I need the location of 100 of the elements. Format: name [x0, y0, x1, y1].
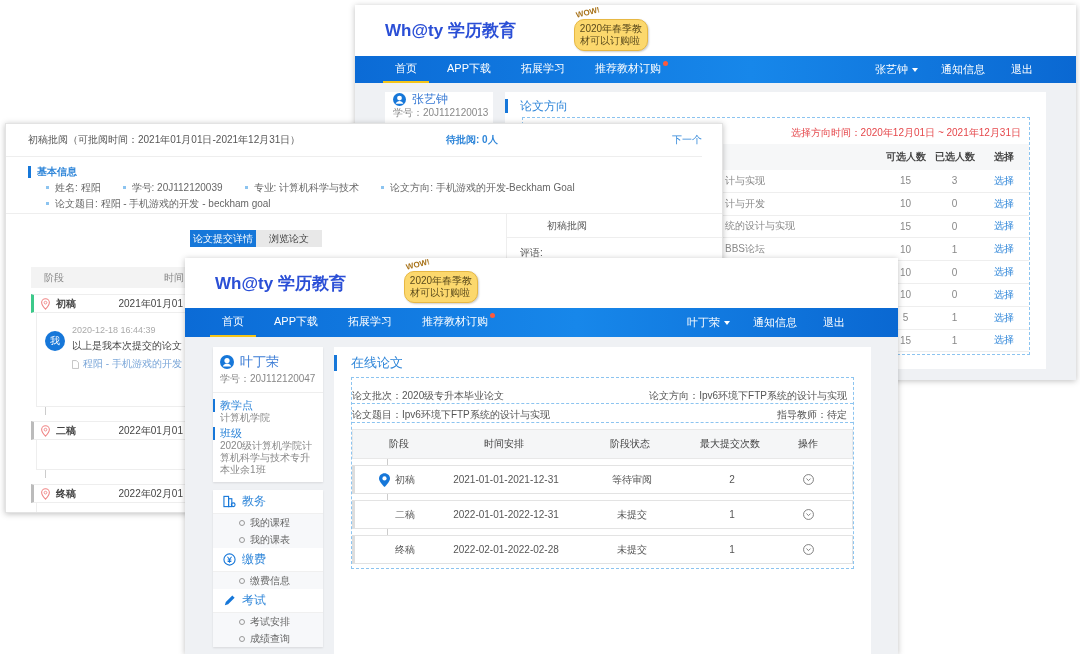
- select-link[interactable]: 选择: [994, 220, 1014, 232]
- menu-item[interactable]: 我的课程: [250, 515, 290, 530]
- column-header: 操作: [796, 437, 819, 451]
- column-header: 阶段状态: [609, 437, 651, 451]
- table-cell: 3: [951, 175, 958, 187]
- select-link[interactable]: 选择: [994, 334, 1014, 346]
- column-header: 可选人数: [884, 150, 927, 164]
- info-text: 论文方向: 手机游戏的开发-Beckham Goal: [390, 180, 575, 195]
- table-cell: 15: [899, 175, 912, 187]
- select-link[interactable]: 选择: [994, 311, 1014, 323]
- menu-item[interactable]: 我的课表: [250, 532, 290, 547]
- menu-item[interactable]: 考试安排: [250, 614, 290, 629]
- meta-text: 论文题目：Ipv6环境下FTP系统的设计与实现: [352, 408, 550, 422]
- table-cell: 15: [899, 334, 912, 346]
- location-pin-icon: [41, 487, 50, 500]
- table-cell: 0: [951, 266, 958, 278]
- user-icon: [220, 355, 234, 369]
- review-title: 初稿批阅（可批阅时间：2021年01月01日-2021年12月31日）: [28, 133, 302, 147]
- column-header: 已选人数: [933, 150, 976, 164]
- user-menu[interactable]: 张艺钟: [865, 56, 928, 83]
- nav-item[interactable]: 推荐教材订购: [410, 308, 500, 337]
- bullet-icon: [244, 186, 248, 189]
- table-cell: 10: [899, 289, 912, 301]
- menu-section[interactable]: 缴费: [242, 551, 266, 568]
- promo-bubble[interactable]: 2020年春季教 材可以订购啦: [403, 271, 479, 303]
- meta-text: 论文方向：Ipv6环境下FTP系统的设计与实现: [649, 389, 847, 403]
- select-link[interactable]: 选择: [994, 288, 1014, 300]
- nav-link[interactable]: 退出: [998, 56, 1046, 83]
- location-pin-icon: [41, 297, 50, 310]
- table-cell: 初稿: [395, 472, 415, 487]
- nav-link[interactable]: 退出: [810, 308, 858, 337]
- table-cell: 2022-02-01-2022-02-28: [453, 544, 559, 555]
- select-link[interactable]: 选择: [994, 197, 1014, 209]
- attachment-link[interactable]: 程阳 - 手机游戏的开发: [83, 357, 182, 371]
- column-header: 选择: [993, 150, 1015, 164]
- table-cell: 1: [729, 544, 735, 555]
- field-value: 2020级计算机学院计算机科学与技术专升本业余1班: [219, 440, 314, 476]
- table-cell: 计与开发: [725, 197, 765, 209]
- bullet-icon: [122, 186, 126, 189]
- nav-item[interactable]: APP下载: [435, 56, 503, 83]
- info-text: 姓名: 程阳: [55, 180, 101, 195]
- bullet-icon: [381, 186, 385, 189]
- table-cell: 2021-01-01-2021-12-31: [453, 474, 559, 485]
- table-cell: 0: [951, 198, 958, 210]
- menu-item[interactable]: 成绩查询: [250, 631, 290, 646]
- expand-icon[interactable]: [803, 474, 814, 485]
- nav-item[interactable]: 拓展学习: [336, 308, 404, 337]
- info-text: 论文题目: 程阳 - 手机游戏的开发 - beckham goal: [55, 196, 271, 211]
- caret-icon: [724, 320, 730, 325]
- user-menu[interactable]: 叶丁荣: [677, 308, 740, 337]
- menu-section[interactable]: 教务: [242, 493, 266, 510]
- table-cell: 0: [951, 289, 958, 301]
- logo[interactable]: Wh@ty 学历教育: [385, 19, 516, 42]
- select-link[interactable]: 选择: [994, 243, 1014, 255]
- student-name: 叶丁荣: [240, 353, 279, 371]
- promo-bubble[interactable]: 2020年春季教 材可以订购啦: [573, 18, 649, 51]
- pencil-icon: [223, 594, 236, 607]
- stage-name: 终稿: [56, 486, 76, 501]
- table-cell: 0: [951, 221, 958, 232]
- column-header: 阶段: [388, 437, 410, 451]
- next-link[interactable]: 下一个: [672, 133, 702, 147]
- table-cell: 终稿: [395, 542, 415, 557]
- tab[interactable]: 浏览论文: [256, 230, 322, 247]
- table-cell: 计与实现: [725, 174, 765, 186]
- nav-link[interactable]: 通知信息: [740, 308, 810, 337]
- table-cell: 二稿: [395, 507, 415, 522]
- comment-label: 评语:: [520, 246, 544, 260]
- tab[interactable]: 论文提交详情: [190, 230, 256, 247]
- stage-date: 2022年02月01: [118, 486, 184, 501]
- caret-icon: [912, 67, 918, 72]
- table-cell: 10: [899, 243, 912, 255]
- menu-section[interactable]: 考试: [242, 592, 266, 609]
- logo[interactable]: Wh@ty 学历教育: [215, 271, 346, 295]
- nav-link[interactable]: 通知信息: [928, 56, 998, 83]
- field-label: 教学点: [213, 399, 323, 412]
- user-avatar: 我: [45, 331, 65, 351]
- nav-item[interactable]: APP下载: [262, 308, 330, 337]
- section-title: 基本信息: [37, 166, 77, 177]
- expand-icon[interactable]: [803, 509, 814, 520]
- stage-date: 2021年01月01: [118, 296, 184, 311]
- yen-coin-icon: [223, 553, 236, 566]
- stage-date: 2022年01月01: [118, 423, 184, 438]
- table-cell: 等待审阅: [612, 472, 652, 487]
- nav-item[interactable]: 拓展学习: [509, 56, 577, 83]
- nav-item[interactable]: 推荐教材订购: [583, 56, 673, 83]
- section-title: 论文方向: [520, 97, 568, 115]
- expand-icon[interactable]: [803, 544, 814, 555]
- book-icon: [223, 495, 236, 508]
- stage-name: 初稿: [56, 296, 76, 311]
- select-link[interactable]: 选择: [994, 266, 1014, 278]
- bullet-icon: [46, 186, 49, 189]
- file-icon: [72, 359, 79, 369]
- info-text: 学号: 20J112120039: [131, 180, 223, 195]
- table-cell: 未提交: [617, 542, 647, 557]
- stage-name: 二稿: [56, 423, 76, 438]
- wow-lettering: WOW!: [405, 258, 431, 272]
- table-cell: 1: [951, 334, 958, 346]
- select-link[interactable]: 选择: [994, 174, 1014, 186]
- student-name: 张艺钟: [412, 91, 448, 108]
- table-cell: 2: [729, 474, 735, 485]
